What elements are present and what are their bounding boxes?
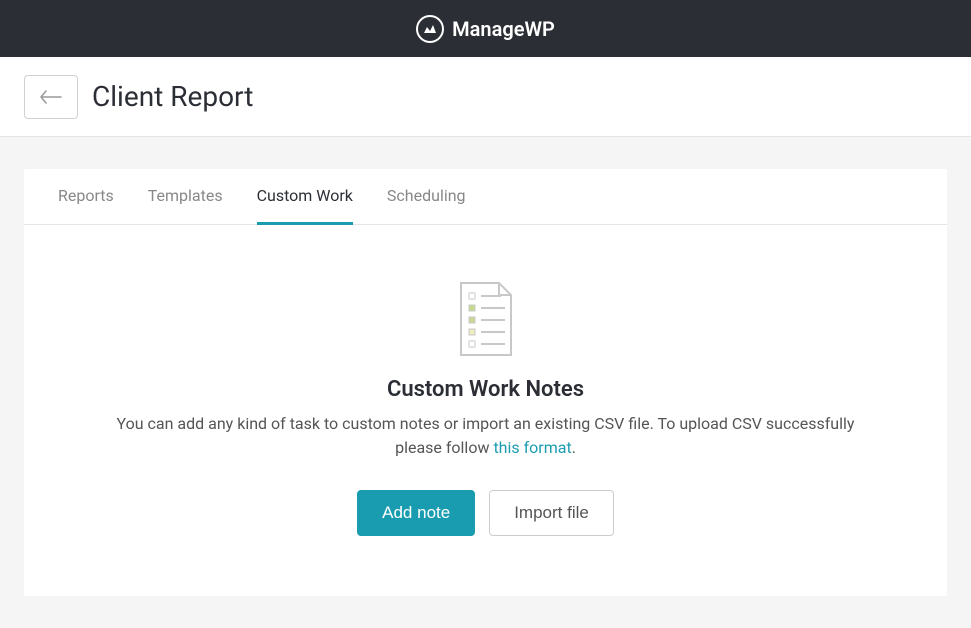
tabs-bar: Reports Templates Custom Work Scheduling <box>24 169 947 225</box>
tab-scheduling[interactable]: Scheduling <box>387 169 466 225</box>
arrow-left-icon <box>40 90 62 104</box>
format-link[interactable]: this format <box>493 438 571 457</box>
tab-reports[interactable]: Reports <box>58 169 114 225</box>
description-text-1: You can add any kind of task to custom n… <box>117 414 855 457</box>
tab-custom-work[interactable]: Custom Work <box>257 169 353 225</box>
top-header: ManageWP <box>0 0 971 57</box>
section-heading: Custom Work Notes <box>84 377 887 402</box>
tab-templates[interactable]: Templates <box>148 169 223 225</box>
document-icon <box>84 281 887 357</box>
brand-name: ManageWP <box>452 17 555 41</box>
description-text-2: . <box>572 438 576 457</box>
mountain-icon <box>416 15 444 43</box>
add-note-button[interactable]: Add note <box>357 490 475 536</box>
tab-content-custom-work: Custom Work Notes You can add any kind o… <box>24 225 947 596</box>
back-button[interactable] <box>24 75 78 119</box>
import-file-button[interactable]: Import file <box>489 490 614 536</box>
action-buttons: Add note Import file <box>84 490 887 536</box>
brand-logo: ManageWP <box>416 15 555 43</box>
section-description: You can add any kind of task to custom n… <box>116 412 856 460</box>
page-title: Client Report <box>92 80 253 113</box>
page-header: Client Report <box>0 57 971 137</box>
content-area: Reports Templates Custom Work Scheduling <box>0 137 971 628</box>
main-card: Reports Templates Custom Work Scheduling <box>24 169 947 596</box>
